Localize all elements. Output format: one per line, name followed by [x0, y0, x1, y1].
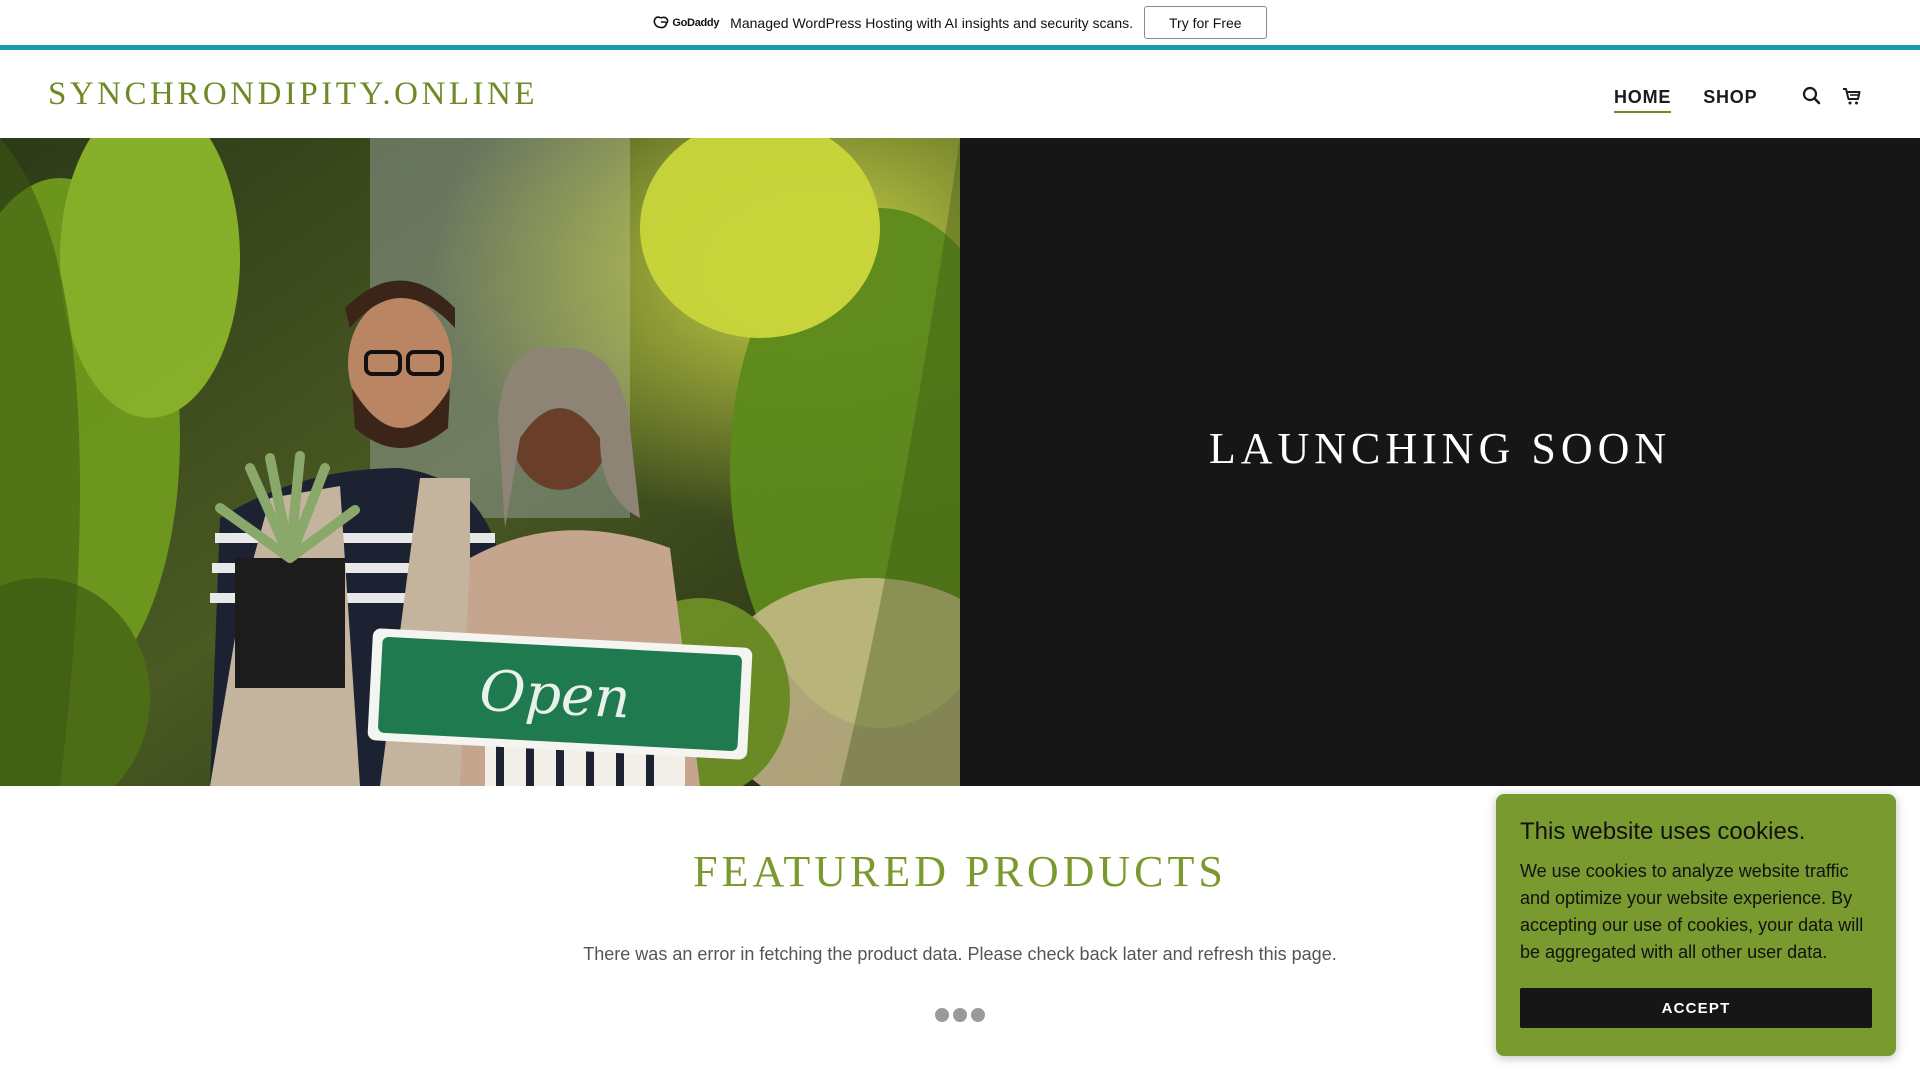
- cart-icon[interactable]: [1841, 85, 1863, 107]
- cookie-banner: This website uses cookies. We use cookie…: [1496, 794, 1896, 1056]
- hero-heading: LAUNCHING SOON: [1208, 423, 1672, 473]
- godaddy-logo[interactable]: GoDaddy: [653, 15, 720, 30]
- loading-indicator: [935, 1008, 985, 1022]
- cookie-title: This website uses cookies.: [1520, 818, 1806, 845]
- promo-banner: GoDaddy Managed WordPress Hosting with A…: [0, 0, 1920, 45]
- site-header: SYNCHRONDIPITY.ONLINE HOME SHOP: [0, 50, 1920, 138]
- cookie-body: We use cookies to analyze website traffi…: [1520, 861, 1864, 962]
- search-icon[interactable]: [1801, 85, 1823, 107]
- open-sign-text: Open: [478, 659, 632, 732]
- loader-dot: [935, 1008, 949, 1022]
- godaddy-wordmark: GoDaddy: [672, 16, 720, 29]
- hero-image: Open: [0, 138, 960, 786]
- loader-dot: [971, 1008, 985, 1022]
- godaddy-logo-icon: [653, 15, 669, 30]
- promo-message: Managed WordPress Hosting with AI insigh…: [730, 14, 1133, 31]
- accept-cookies-button[interactable]: ACCEPT: [1520, 988, 1872, 1028]
- nav-item-shop[interactable]: SHOP: [1703, 87, 1757, 113]
- hero-section: Open LAUNCHING SOON: [0, 138, 1920, 786]
- nav-item-home[interactable]: HOME: [1614, 87, 1672, 113]
- try-for-free-button[interactable]: Try for Free: [1144, 6, 1267, 39]
- site-title[interactable]: SYNCHRONDIPITY.ONLINE: [48, 76, 538, 113]
- main-nav: HOME SHOP: [1614, 87, 1757, 113]
- loader-dot: [953, 1008, 967, 1022]
- hero-panel: LAUNCHING SOON: [960, 138, 1920, 786]
